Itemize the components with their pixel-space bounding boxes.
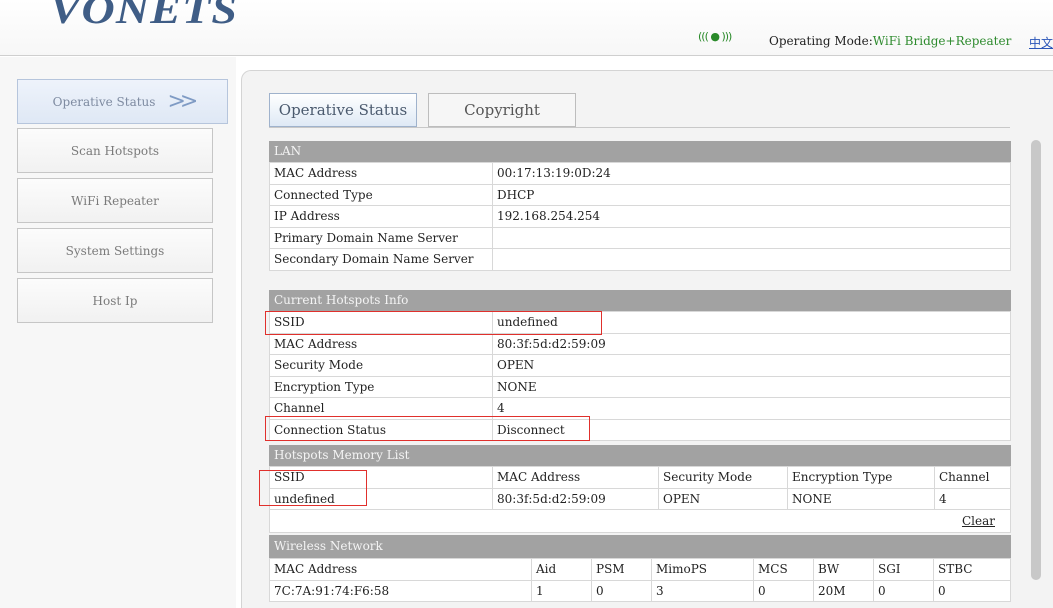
vertical-scrollbar[interactable] [1031, 140, 1041, 580]
sidebar-item-system-settings[interactable]: System Settings [17, 228, 213, 273]
column-header: MimoPS [651, 558, 754, 581]
table-row: Security Mode OPEN [269, 354, 1011, 377]
table-row: Secondary Domain Name Server [269, 248, 1011, 271]
column-header: BW [813, 558, 874, 581]
operating-mode: Operating Mode:WiFi Bridge+Repeater [769, 34, 1011, 48]
table-row: Encryption Type NONE [269, 375, 1011, 398]
tab-copyright[interactable]: Copyright [428, 93, 576, 127]
table-row: undefined 80:3f:5d:d2:59:09 OPEN NONE 4 [269, 487, 1011, 510]
column-header: Channel [934, 466, 1011, 489]
sidebar-item-label: System Settings [65, 243, 165, 258]
operating-mode-value: WiFi Bridge+Repeater [872, 34, 1012, 48]
clear-link[interactable]: Clear [962, 514, 995, 528]
language-switch-link[interactable]: 中文 [1029, 34, 1053, 51]
memory-list-table: SSID MAC Address Security Mode Encryptio… [269, 466, 1011, 510]
column-header: SGI [873, 558, 934, 581]
clear-row: Clear [269, 510, 1011, 533]
table-row: IP Address 192.168.254.254 [269, 205, 1011, 228]
current-hotspot-table: SSID undefined MAC Address 80:3f:5d:d2:59:… [269, 311, 1011, 441]
column-header: PSM [591, 558, 652, 581]
column-header: SSID [269, 466, 493, 489]
tab-operative-status[interactable]: Operative Status [269, 93, 417, 127]
sidebar-item-label: WiFi Repeater [71, 193, 159, 208]
lan-section-title: LAN [269, 141, 1011, 162]
sidebar-item-label: Operative Status [52, 94, 156, 109]
lan-table: MAC Address 00:17:13:19:0D:24 Connected T… [269, 162, 1011, 271]
wireless-title: Wireless Network [269, 535, 1011, 558]
top-header: VONETS ((( ● ))) Operating Mode:WiFi Bri… [0, 0, 1053, 56]
sidebar-item-operative-status[interactable]: Operative Status >> [17, 79, 228, 124]
column-header: Security Mode [658, 466, 788, 489]
tab-divider [269, 127, 1010, 128]
wifi-signal-icon: ((( ● ))) [698, 30, 732, 43]
column-header: MCS [753, 558, 814, 581]
wireless-table: MAC Address Aid PSM MimoPS MCS BW SGI ST… [269, 558, 1011, 602]
table-row: MAC Address 80:3f:5d:d2:59:09 [269, 332, 1011, 355]
table-row: Primary Domain Name Server [269, 226, 1011, 249]
table-header-row: MAC Address Aid PSM MimoPS MCS BW SGI ST… [269, 558, 1011, 581]
current-hotspot-section: Current Hotspots Info SSID undefined MAC … [269, 290, 1011, 441]
column-header: MAC Address [492, 466, 659, 489]
column-header: Encryption Type [787, 466, 935, 489]
column-header: MAC Address [269, 558, 532, 581]
table-row: SSID undefined [269, 311, 1011, 334]
table-row: Connected Type DHCP [269, 183, 1011, 206]
sidebar-item-wifi-repeater[interactable]: WiFi Repeater [17, 178, 213, 223]
operating-mode-label: Operating Mode: [769, 34, 873, 48]
memory-list-title: Hotspots Memory List [269, 445, 1011, 466]
lan-section: LAN MAC Address 00:17:13:19:0D:24 Connect… [269, 141, 1011, 271]
wireless-section: Wireless Network MAC Address Aid PSM Mim… [269, 535, 1011, 602]
sidebar-item-scan-hotspots[interactable]: Scan Hotspots [17, 128, 213, 173]
table-header-row: SSID MAC Address Security Mode Encryptio… [269, 466, 1011, 489]
sidebar-item-host-ip[interactable]: Host Ip [17, 278, 213, 323]
column-header: Aid [531, 558, 592, 581]
column-header: STBC [933, 558, 1011, 581]
table-row: MAC Address 00:17:13:19:0D:24 [269, 162, 1011, 185]
sidebar-item-label: Host Ip [92, 293, 138, 308]
vonets-logo: VONETS [49, 0, 239, 32]
scrollbar-thumb[interactable] [1031, 140, 1041, 580]
memory-list-section: Hotspots Memory List SSID MAC Address Se… [269, 445, 1011, 533]
double-chevron-right-icon: >> [167, 89, 198, 114]
table-row: Connection Status Disconnect [269, 418, 1011, 441]
sidebar-item-label: Scan Hotspots [70, 143, 160, 158]
table-row: 7C:7A:91:74:F6:58 1 0 3 0 20M 0 0 [269, 579, 1011, 602]
current-hotspot-title: Current Hotspots Info [269, 290, 1011, 311]
table-row: Channel 4 [269, 397, 1011, 420]
